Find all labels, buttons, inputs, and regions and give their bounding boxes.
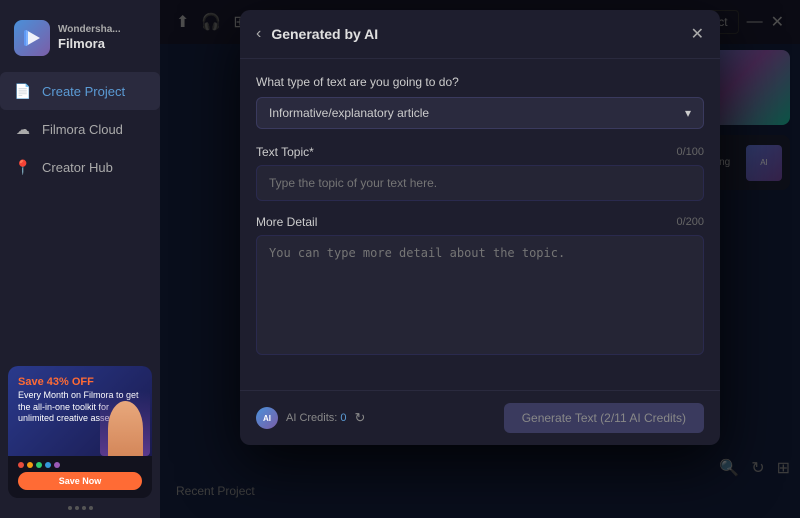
modal-overlay: ‹ Generated by AI ✕ What type of text ar…	[160, 0, 800, 518]
dropdown-chevron-icon: ▾	[685, 106, 691, 120]
ad-banner-top: Save 43% OFF Every Month on Filmora to g…	[8, 366, 152, 456]
more-detail-group: More Detail 0/200	[256, 215, 704, 360]
main-area: ⬆ 🎧 ⊞ 📁 Open Project — ✕ Copywriting AI …	[160, 0, 800, 518]
text-topic-group: Text Topic* 0/100	[256, 145, 704, 201]
navigation-dots	[0, 506, 160, 510]
text-type-dropdown[interactable]: Informative/explanatory article ▾	[256, 97, 704, 129]
credits-area: AI AI Credits: 0 ↻	[256, 407, 365, 429]
app-logo-icon	[14, 20, 50, 56]
modal-body: What type of text are you going to do? I…	[240, 59, 720, 390]
ad-color-dots	[8, 456, 152, 468]
dropdown-value: Informative/explanatory article	[269, 106, 429, 120]
create-project-icon: 📄	[14, 82, 32, 100]
sidebar-item-creator-hub[interactable]: 📍 Creator Hub	[0, 148, 160, 186]
modal-footer: AI AI Credits: 0 ↻ Generate Text (2/11 A…	[240, 390, 720, 445]
ai-modal: ‹ Generated by AI ✕ What type of text ar…	[240, 10, 720, 445]
sidebar: Wondersha... Filmora 📄 Create Project ☁ …	[0, 0, 160, 518]
credits-text: AI Credits: 0	[286, 412, 347, 424]
modal-back-button[interactable]: ‹	[256, 25, 261, 43]
more-detail-header: More Detail 0/200	[256, 215, 704, 229]
modal-header-left: ‹ Generated by AI	[256, 25, 378, 43]
more-detail-textarea[interactable]	[256, 235, 704, 355]
ad-banner: Save 43% OFF Every Month on Filmora to g…	[8, 366, 152, 498]
text-topic-label: Text Topic*	[256, 145, 314, 159]
more-detail-label: More Detail	[256, 215, 317, 229]
sidebar-item-filmora-cloud[interactable]: ☁ Filmora Cloud	[0, 110, 160, 148]
credits-value: 0	[340, 412, 346, 424]
logo-text: Wondersha... Filmora	[58, 23, 121, 53]
filmora-cloud-icon: ☁	[14, 120, 32, 138]
text-topic-header: Text Topic* 0/100	[256, 145, 704, 159]
modal-header: ‹ Generated by AI ✕	[240, 10, 720, 59]
sidebar-item-create-project[interactable]: 📄 Create Project	[0, 72, 160, 110]
ad-save-text: Save 43% OFF	[18, 376, 142, 388]
credits-refresh-icon[interactable]: ↻	[355, 410, 366, 426]
ai-icon: AI	[256, 407, 278, 429]
modal-close-button[interactable]: ✕	[691, 24, 704, 44]
save-now-button[interactable]: Save Now	[18, 472, 142, 490]
creator-hub-icon: 📍	[14, 158, 32, 176]
text-topic-input[interactable]	[256, 165, 704, 201]
modal-title: Generated by AI	[271, 26, 378, 42]
logo-area: Wondersha... Filmora	[0, 12, 135, 72]
ad-person-image	[100, 391, 150, 456]
question-label: What type of text are you going to do?	[256, 75, 704, 89]
generate-button[interactable]: Generate Text (2/11 AI Credits)	[504, 403, 704, 433]
text-topic-char-count: 0/100	[676, 146, 704, 158]
more-detail-char-count: 0/200	[676, 216, 704, 228]
